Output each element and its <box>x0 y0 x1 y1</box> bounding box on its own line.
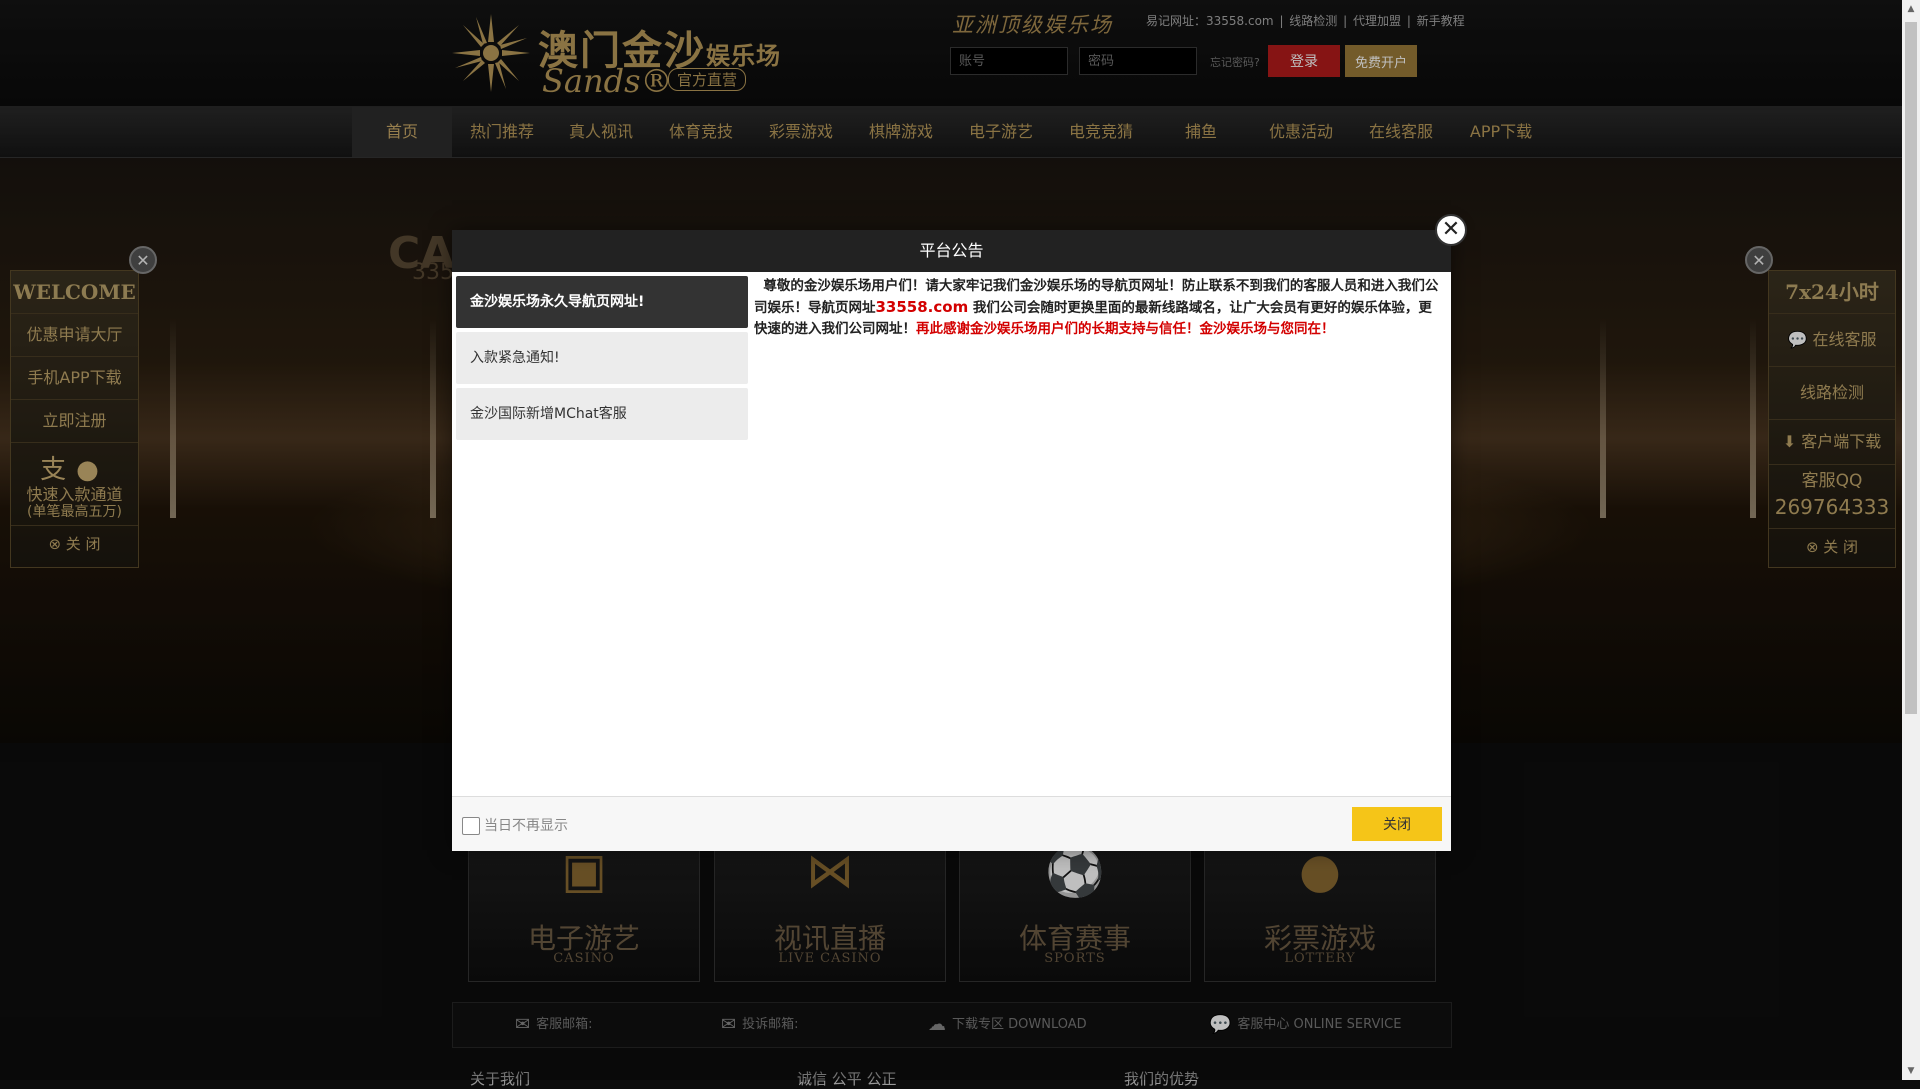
tab-mchat-service[interactable]: 金沙国际新增MChat客服 <box>456 388 748 440</box>
modal-close-icon[interactable]: ✕ <box>1435 214 1467 246</box>
modal-close-button[interactable]: 关闭 <box>1352 807 1442 841</box>
scroll-up-arrow-icon[interactable]: ▲ <box>1902 0 1920 18</box>
navigation-url-link[interactable]: 33558.com <box>876 298 969 316</box>
modal-title: 平台公告 <box>452 230 1451 272</box>
dont-show-today-checkbox[interactable] <box>462 817 480 835</box>
dont-show-today-label[interactable]: 当日不再显示 <box>484 815 568 835</box>
announcement-content: 尊敬的金沙娱乐场用户们！请大家牢记我们金沙娱乐场的导航页网址！防止联系不到我们的… <box>754 278 1439 337</box>
tab-navigation-url[interactable]: 金沙娱乐场永久导航页网址! <box>456 276 748 328</box>
scroll-down-arrow-icon[interactable]: ▼ <box>1902 1062 1920 1080</box>
tab-deposit-notice[interactable]: 入款紧急通知! <box>456 332 748 384</box>
modal-footer: 当日不再显示 关闭 <box>452 796 1451 851</box>
announcement-modal: 平台公告 金沙娱乐场永久导航页网址! 入款紧急通知! 金沙国际新增MChat客服… <box>452 230 1451 851</box>
scroll-thumb[interactable] <box>1905 22 1917 714</box>
page-scrollbar[interactable]: ▲ ▼ <box>1902 0 1920 1080</box>
